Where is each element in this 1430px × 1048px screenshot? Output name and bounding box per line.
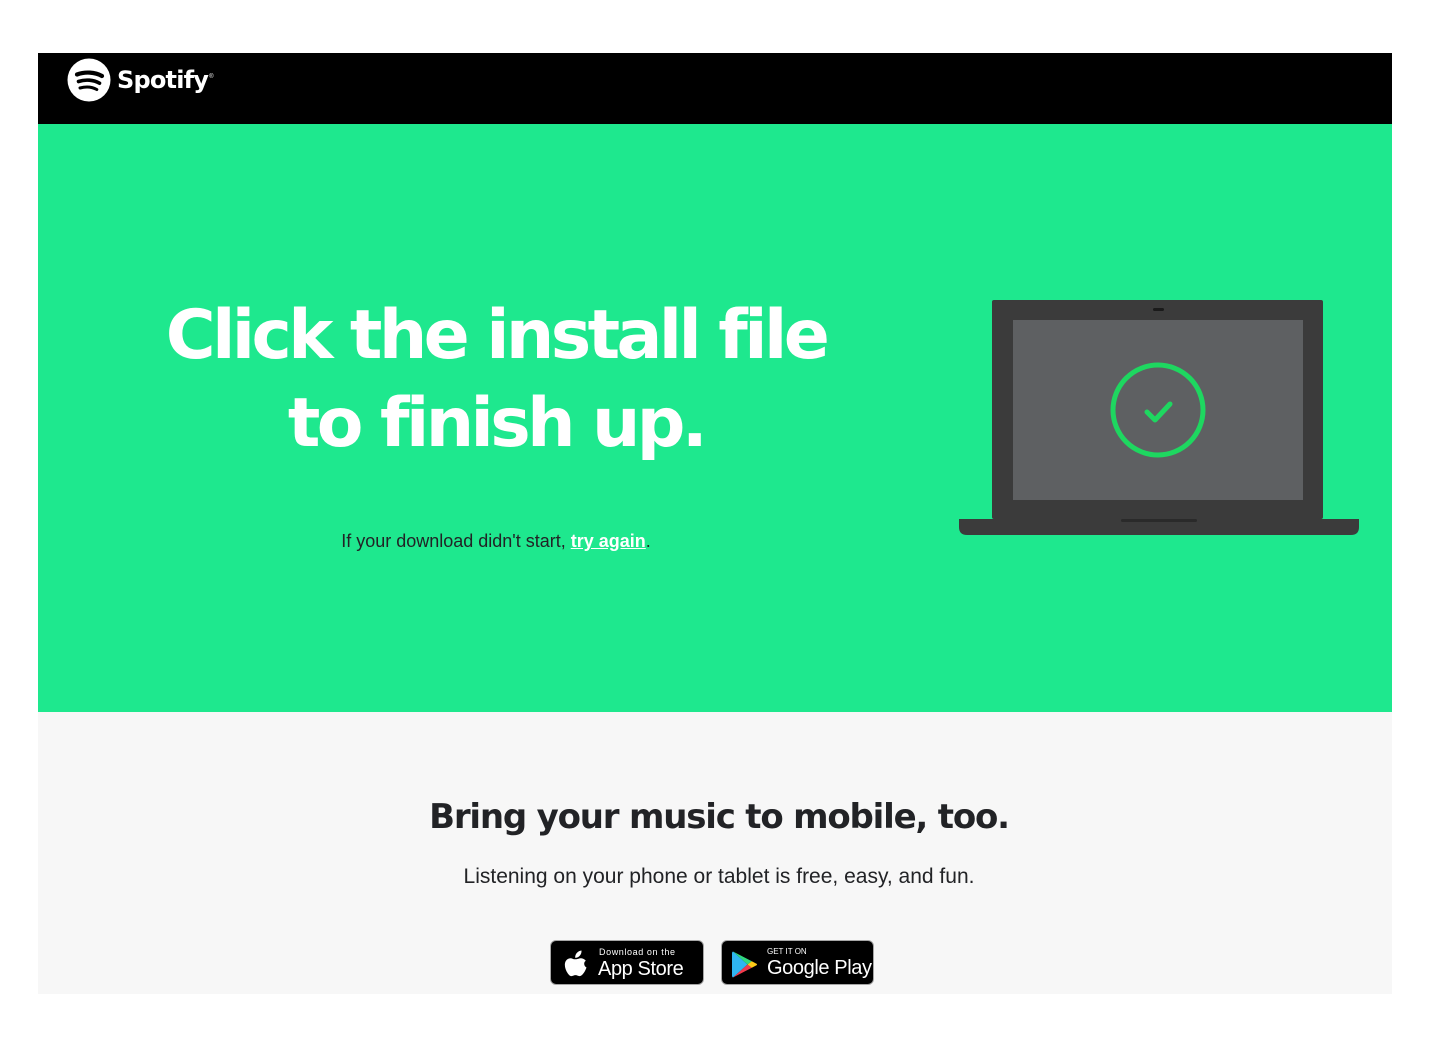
laptop-camera bbox=[1153, 308, 1164, 311]
laptop-hinge bbox=[1121, 519, 1197, 522]
top-bar: Spotify ® bbox=[38, 53, 1392, 124]
laptop-checkmark-illustration bbox=[959, 300, 1359, 535]
download-note-text: If your download didn't start, bbox=[341, 531, 571, 551]
download-note-period: . bbox=[645, 531, 651, 551]
mobile-subtitle: Listening on your phone or tablet is fre… bbox=[463, 865, 975, 888]
hero-section: Click the install file to finish up. If … bbox=[38, 124, 1392, 712]
app-store-big-text: App Store bbox=[598, 958, 684, 980]
spotify-logo-icon bbox=[67, 58, 111, 102]
try-again-link[interactable]: try again bbox=[571, 531, 646, 551]
page: Spotify ® Click the install file to fini… bbox=[38, 53, 1392, 994]
apple-icon bbox=[564, 950, 587, 977]
google-play-small-text: GET IT ON bbox=[767, 947, 807, 956]
app-store-small-text: Download on the bbox=[599, 947, 676, 957]
google-play-badge[interactable]: GET IT ON Google Play bbox=[721, 940, 874, 985]
google-play-icon bbox=[732, 951, 757, 978]
hero-title: Click the install file to finish up. bbox=[165, 296, 830, 463]
laptop-screen bbox=[1013, 320, 1303, 500]
spotify-wordmark: Spotify bbox=[117, 66, 209, 94]
mobile-title: Bring your music to mobile, too. bbox=[429, 797, 1010, 837]
app-store-badge[interactable]: Download on the App Store bbox=[550, 940, 704, 985]
download-note: If your download didn't start, try again… bbox=[218, 529, 774, 553]
spotify-logo-link[interactable]: Spotify ® bbox=[67, 56, 214, 104]
google-play-big-text: Google Play bbox=[767, 957, 872, 979]
trademark-symbol: ® bbox=[209, 74, 214, 80]
mobile-section: Bring your music to mobile, too. Listeni… bbox=[38, 712, 1392, 994]
